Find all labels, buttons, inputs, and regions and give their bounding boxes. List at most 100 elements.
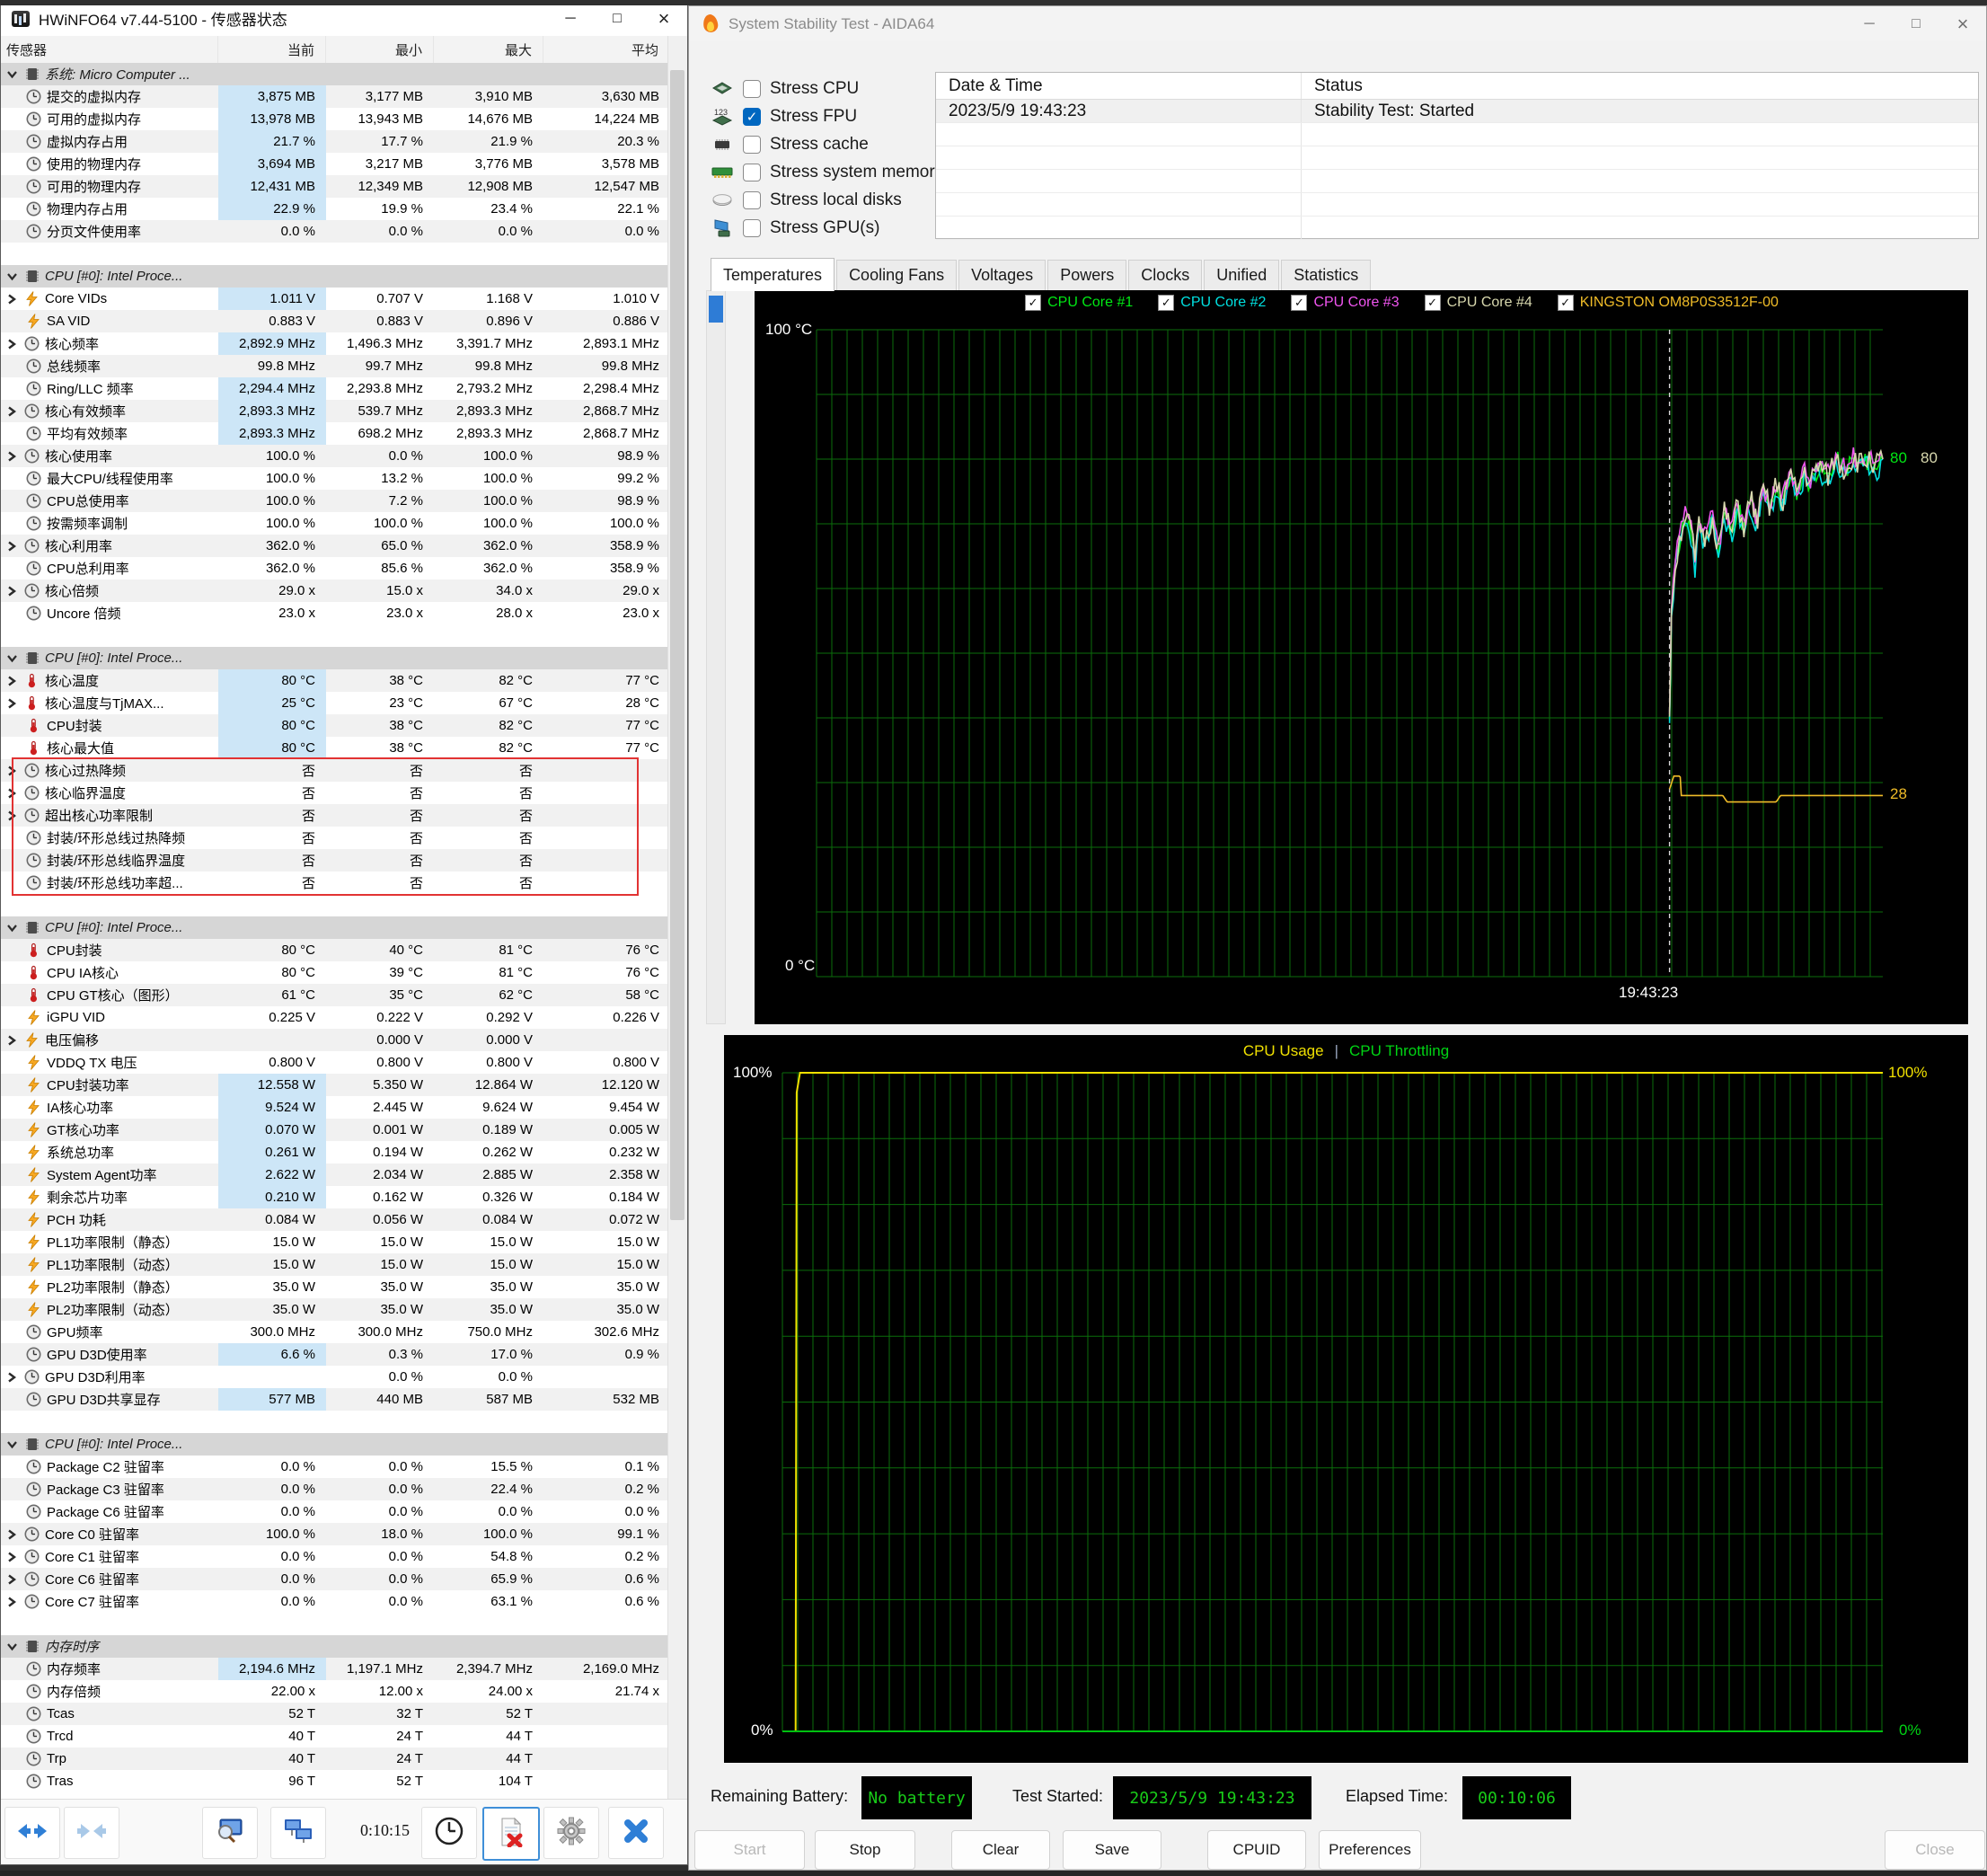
sensor-row[interactable]: GPU D3D使用率 6.6 % 0.3 % 17.0 % 0.9 % [1,1343,670,1366]
sensor-table-scrollbar[interactable] [667,36,687,1802]
section-header-row[interactable]: CPU [#0]: Intel Proce... [1,265,670,288]
minimize-icon[interactable]: ─ [547,1,594,36]
sensor-row[interactable]: 核心温度与TjMAX... 25 °C 23 °C 67 °C 28 °C [1,692,670,714]
sensor-row[interactable]: 内存频率 2,194.6 MHz 1,197.1 MHz 2,394.7 MHz 2,1… [1,1658,670,1680]
sensor-row[interactable]: PL1功率限制（静态） 15.0 W 15.0 W 15.0 W 15.0 W [1,1231,670,1253]
checkbox[interactable] [743,163,761,181]
logging-stop-button[interactable] [482,1807,540,1861]
expand-arrow-icon[interactable] [6,1551,19,1563]
sensor-row[interactable]: Tras 96 T 52 T 104 T [1,1770,670,1792]
chevron-down-icon[interactable] [6,68,19,81]
legend-item[interactable]: ✓ CPU Core #2 [1158,295,1266,311]
column-header-1[interactable]: 当前 [218,36,326,63]
close-x-button[interactable] [608,1807,664,1859]
clear-button[interactable]: Clear [951,1830,1050,1870]
sensor-row[interactable]: PCH 功耗 0.084 W 0.056 W 0.084 W 0.072 W [1,1208,670,1231]
expand-arrow-icon[interactable] [6,293,19,305]
legend-checkbox[interactable]: ✓ [1158,295,1175,311]
expand-arrow-icon[interactable] [6,1528,19,1541]
checkbox[interactable]: ✓ [743,107,761,126]
tab-clocks[interactable]: Clocks [1128,260,1203,291]
sensor-row[interactable]: Uncore 倍频 23.0 x 23.0 x 28.0 x 23.0 x [1,602,670,624]
column-header-0[interactable]: 传感器 [1,36,218,63]
checkbox[interactable] [743,218,761,237]
log-row[interactable]: 2023/5/9 19:43:23 Stability Test: Started [936,100,1978,123]
sensor-row[interactable]: Tcas 52 T 32 T 52 T [1,1703,670,1725]
cpuid-button[interactable]: CPUID [1207,1830,1306,1870]
sensor-row[interactable]: Core C1 驻留率 0.0 % 0.0 % 54.8 % 0.2 % [1,1545,670,1568]
stress-option-stress-gpu-s-[interactable]: Stress GPU(s) [709,214,943,242]
sensor-row[interactable]: SA VID 0.883 V 0.883 V 0.896 V 0.886 V [1,310,670,332]
expand-arrow-icon[interactable] [6,1573,19,1586]
column-header-4[interactable]: 平均 [543,36,670,63]
sensor-row[interactable]: 核心倍频 29.0 x 15.0 x 34.0 x 29.0 x [1,580,670,602]
legend-checkbox[interactable]: ✓ [1424,295,1441,311]
chart-scrollbar[interactable] [706,290,726,1024]
sensor-row[interactable]: 提交的虚拟内存 3,875 MB 3,177 MB 3,910 MB 3,630 MB [1,85,670,108]
expand-arrow-icon[interactable] [6,540,19,553]
sensor-row[interactable]: 核心利用率 362.0 % 65.0 % 362.0 % 358.9 % [1,535,670,557]
expand-arrow-icon[interactable] [6,405,19,418]
sensor-row[interactable]: 核心最大值 80 °C 38 °C 82 °C 77 °C [1,737,670,759]
sensor-row[interactable]: 最大CPU/线程使用率 100.0 % 13.2 % 100.0 % 99.2 % [1,467,670,490]
sensor-row[interactable]: GPU D3D共享显存 577 MB 440 MB 587 MB 532 MB [1,1388,670,1411]
sensor-row[interactable]: 物理内存占用 22.9 % 19.9 % 23.4 % 22.1 % [1,198,670,220]
sensor-row[interactable]: Package C6 驻留率 0.0 % 0.0 % 0.0 % 0.0 % [1,1500,670,1523]
close-icon[interactable]: × [640,1,687,36]
tab-unified[interactable]: Unified [1204,260,1280,291]
legend-checkbox[interactable]: ✓ [1291,295,1308,311]
column-header-2[interactable]: 最小 [326,36,434,63]
stress-option-stress-local-disks[interactable]: Stress local disks [709,186,943,214]
sensor-row[interactable]: PL1功率限制（动态） 15.0 W 15.0 W 15.0 W 15.0 W [1,1253,670,1276]
checkbox[interactable] [743,135,761,154]
chart-scrollbar-thumb[interactable] [709,296,723,323]
sensor-row[interactable]: Package C2 驻留率 0.0 % 0.0 % 15.5 % 0.1 % [1,1456,670,1478]
legend-item[interactable]: ✓ CPU Core #4 [1424,295,1532,311]
stress-option-stress-cache[interactable]: Stress cache [709,130,943,158]
save-button[interactable]: Save [1063,1830,1161,1870]
sensor-row[interactable]: GT核心功率 0.070 W 0.001 W 0.189 W 0.005 W [1,1119,670,1141]
sensor-row[interactable]: 核心有效频率 2,893.3 MHz 539.7 MHz 2,893.3 MHz 2,8… [1,400,670,422]
sensor-row[interactable]: 平均有效频率 2,893.3 MHz 698.2 MHz 2,893.3 MHz 2,8… [1,422,670,445]
sensor-row[interactable]: Core VIDs 1.011 V 0.707 V 1.168 V 1.010 V [1,288,670,310]
sensor-row[interactable]: GPU频率 300.0 MHz 300.0 MHz 750.0 MHz 302.6 MH… [1,1321,670,1343]
sensor-row[interactable]: IA核心功率 9.524 W 2.445 W 9.624 W 9.454 W [1,1096,670,1119]
chevron-down-icon[interactable] [6,270,19,283]
collapse-columns-button[interactable] [64,1807,119,1859]
sensor-row[interactable]: 封装/环形总线临界温度 否 否 否 [1,849,670,872]
sensor-row[interactable]: 剩余芯片功率 0.210 W 0.162 W 0.326 W 0.184 W [1,1186,670,1208]
expand-arrow-icon[interactable] [6,1034,19,1047]
section-header-row[interactable]: CPU [#0]: Intel Proce... [1,1433,670,1456]
chevron-down-icon[interactable] [6,652,19,665]
expand-arrow-icon[interactable] [6,450,19,463]
sensor-row[interactable]: 使用的物理内存 3,694 MB 3,217 MB 3,776 MB 3,578 MB [1,153,670,175]
sensor-row[interactable]: 核心频率 2,892.9 MHz 1,496.3 MHz 3,391.7 MHz 2,8… [1,332,670,355]
close-icon[interactable]: × [1939,6,1986,41]
maximize-icon[interactable]: □ [594,1,640,36]
legend-item[interactable]: ✓ CPU Core #3 [1291,295,1400,311]
expand-arrow-icon[interactable] [6,787,19,800]
sensor-row[interactable]: CPU总使用率 100.0 % 7.2 % 100.0 % 98.9 % [1,490,670,512]
sensor-row[interactable]: 超出核心功率限制 否 否 否 [1,804,670,827]
remote-monitors-button[interactable] [270,1807,326,1859]
expand-arrow-icon[interactable] [6,765,19,777]
expand-arrow-icon[interactable] [6,585,19,597]
stress-option-stress-cpu[interactable]: Stress CPU [709,75,943,102]
section-header-row[interactable]: 内存时序 [1,1635,670,1658]
legend-item[interactable]: ✓ CPU Core #1 [1025,295,1133,311]
checkbox[interactable] [743,79,761,98]
sensor-row[interactable]: Core C6 驻留率 0.0 % 0.0 % 65.9 % 0.6 % [1,1568,670,1590]
legend-item[interactable]: ✓ KINGSTON OM8P0S3512F-00 [1557,295,1779,311]
clock-button[interactable] [421,1807,477,1859]
sensor-row[interactable]: iGPU VID 0.225 V 0.222 V 0.292 V 0.226 V [1,1006,670,1029]
legend-checkbox[interactable]: ✓ [1557,295,1574,311]
sensor-row[interactable]: PL2功率限制（静态） 35.0 W 35.0 W 35.0 W 35.0 W [1,1276,670,1298]
column-header-3[interactable]: 最大 [434,36,543,63]
sensor-row[interactable]: 电压偏移 0.000 V 0.000 V [1,1029,670,1051]
sensor-row[interactable]: 虚拟内存占用 21.7 % 17.7 % 21.9 % 20.3 % [1,130,670,153]
sensor-row[interactable]: 总线频率 99.8 MHz 99.7 MHz 99.8 MHz 99.8 MHz [1,355,670,377]
scrollbar-thumb[interactable] [670,70,684,1220]
tab-cooling-fans[interactable]: Cooling Fans [836,260,958,291]
sensor-row[interactable]: 核心温度 80 °C 38 °C 82 °C 77 °C [1,669,670,692]
sensor-row[interactable]: 封装/环形总线过热降频 否 否 否 [1,827,670,849]
